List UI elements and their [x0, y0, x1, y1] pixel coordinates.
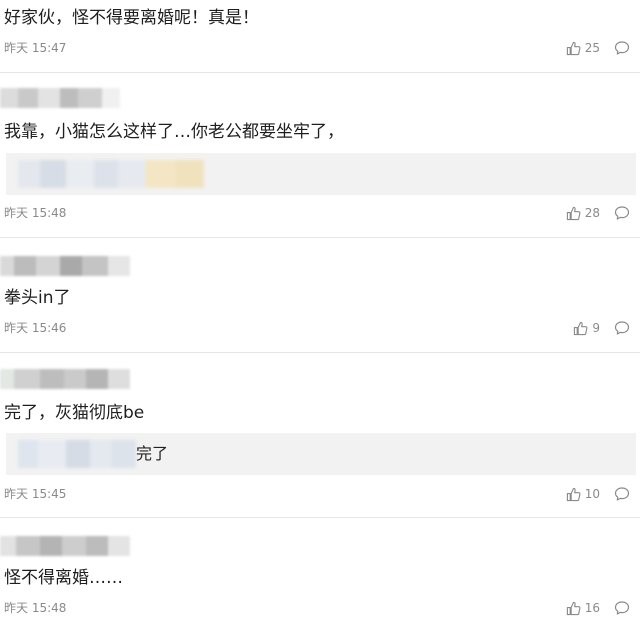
- comment-time: 昨天 15:46: [4, 321, 67, 335]
- like-count: 10: [584, 487, 600, 501]
- comment-bubble-icon: [614, 486, 630, 502]
- comment-time: 昨天 15:48: [4, 206, 67, 220]
- reply-preview[interactable]: [6, 153, 636, 195]
- comment-time: 昨天 15:48: [4, 601, 67, 615]
- reply-button[interactable]: [614, 600, 630, 616]
- thumbs-up-icon: [566, 41, 581, 56]
- comment-time: 昨天 15:45: [4, 487, 67, 501]
- comment-item: 完了，灰猫彻底be 完了 昨天 15:45 10: [0, 353, 640, 517]
- like-count: 28: [584, 206, 600, 220]
- like-count: 9: [592, 321, 600, 335]
- reply-button[interactable]: [614, 486, 630, 502]
- comment-text: 怪不得离婚……: [4, 568, 123, 588]
- comment-bubble-icon: [614, 205, 630, 221]
- thumbs-up-icon: [566, 206, 581, 221]
- reply-button[interactable]: [614, 40, 630, 56]
- reply-button[interactable]: [614, 205, 630, 221]
- comment-bubble-icon: [614, 40, 630, 56]
- reply-button[interactable]: [614, 320, 630, 336]
- comment-text: 完了，灰猫彻底be: [4, 403, 145, 423]
- like-button[interactable]: 28: [566, 205, 600, 221]
- comment-item: 拳头in了 昨天 15:46 9: [0, 238, 640, 352]
- like-count: 16: [584, 601, 600, 615]
- comment-text: 拳头in了: [4, 288, 71, 308]
- comment-item: 怪不得离婚…… 昨天 15:48 16: [0, 518, 640, 620]
- comment-text: 我靠，小猫怎么这样了…你老公都要坐牢了，: [4, 122, 344, 142]
- reply-content-blurred: [18, 440, 136, 468]
- like-button[interactable]: 25: [566, 40, 600, 56]
- comment-text: 好家伙，怪不得要离婚呢！真是！: [4, 8, 259, 28]
- comment-item: 好家伙，怪不得要离婚呢！真是！ 昨天 15:47 25: [0, 0, 640, 72]
- like-button[interactable]: 9: [573, 320, 600, 336]
- like-count: 25: [584, 41, 600, 55]
- reply-preview[interactable]: 完了: [6, 433, 636, 475]
- thumbs-up-icon: [573, 321, 588, 336]
- comment-item: 我靠，小猫怎么这样了…你老公都要坐牢了， 昨天 15:48 28: [0, 73, 640, 237]
- username-blurred: [0, 369, 130, 389]
- comment-bubble-icon: [614, 600, 630, 616]
- like-button[interactable]: 16: [566, 600, 600, 616]
- username-blurred: [0, 256, 130, 276]
- comment-time: 昨天 15:47: [4, 41, 67, 55]
- reply-text: 完了: [136, 444, 169, 463]
- reply-content-blurred: [18, 160, 204, 188]
- username-blurred: [0, 88, 120, 108]
- thumbs-up-icon: [566, 601, 581, 616]
- username-blurred: [0, 536, 130, 556]
- like-button[interactable]: 10: [566, 486, 600, 502]
- thumbs-up-icon: [566, 487, 581, 502]
- comment-bubble-icon: [614, 320, 630, 336]
